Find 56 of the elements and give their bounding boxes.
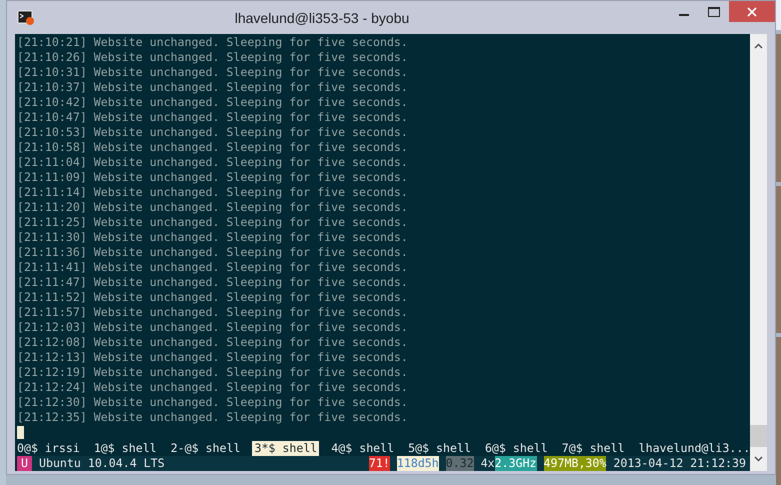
window-tab[interactable]: 5@$ shell	[406, 441, 473, 456]
log-line: [21:11:09] Website unchanged. Sleeping for five seconds.	[17, 170, 409, 185]
log-line: [21:10:26] Website unchanged. Sleeping for five seconds.	[17, 50, 409, 65]
status-badge: 71!	[368, 456, 390, 471]
window-tab[interactable]: 4@$ shell	[329, 441, 396, 456]
log-line: [21:11:14] Website unchanged. Sleeping for five seconds.	[17, 185, 409, 200]
log-line: [21:11:41] Website unchanged. Sleeping for five seconds.	[17, 260, 409, 275]
log-line: [21:10:53] Website unchanged. Sleeping for five seconds.	[17, 125, 409, 140]
window-tab[interactable]: 0@$ irssi	[15, 441, 82, 456]
log-line: [21:10:37] Website unchanged. Sleeping for five seconds.	[17, 80, 409, 95]
log-line: [21:11:04] Website unchanged. Sleeping for five seconds.	[17, 155, 409, 170]
status-badge: 2.3GHz	[494, 456, 537, 471]
status-badge: 0.32	[446, 456, 474, 471]
scroll-up-icon[interactable]	[754, 43, 763, 49]
status-badge: 118d5h	[396, 456, 439, 471]
log-line: [21:11:20] Website unchanged. Sleeping for five seconds.	[17, 200, 409, 215]
scrollbar[interactable]	[750, 34, 767, 471]
close-icon	[747, 6, 757, 16]
log-line: [21:12:13] Website unchanged. Sleeping for five seconds.	[17, 350, 409, 365]
status-badge: 497MB,30%	[544, 456, 606, 471]
log-line: [21:12:30] Website unchanged. Sleeping for five seconds.	[17, 395, 409, 410]
log-line: [21:11:47] Website unchanged. Sleeping for five seconds.	[17, 275, 409, 290]
status-badge: U	[17, 456, 32, 471]
log-line: [21:10:21] Website unchanged. Sleeping for five seconds.	[17, 35, 409, 50]
log-line: [21:11:30] Website unchanged. Sleeping for five seconds.	[17, 230, 409, 245]
log-line: [21:10:42] Website unchanged. Sleeping for five seconds.	[17, 95, 409, 110]
status-text: 4x	[480, 456, 495, 471]
log-line: [21:10:58] Website unchanged. Sleeping for five seconds.	[17, 140, 409, 155]
window-title: lhavelund@li353-53 - byobu	[234, 10, 410, 26]
log-line: [21:11:52] Website unchanged. Sleeping for five seconds.	[17, 290, 409, 305]
photo-placeholder	[776, 0, 781, 30]
status-text: Ubuntu 10.04.4 LTS	[38, 456, 165, 471]
window-tab[interactable]: 3*$ shell	[252, 441, 320, 456]
minimize-icon	[679, 14, 689, 16]
log-line: [21:12:24] Website unchanged. Sleeping for five seconds.	[17, 380, 409, 395]
terminal-icon	[17, 10, 35, 26]
window-tab[interactable]: 1@$ shell	[92, 441, 159, 456]
log-line: [21:10:47] Website unchanged. Sleeping for five seconds.	[17, 110, 409, 125]
hostname: lhavelund@li3...	[638, 441, 750, 456]
close-button[interactable]	[729, 1, 775, 22]
log-line: [21:10:31] Website unchanged. Sleeping for five seconds.	[17, 65, 409, 80]
window-tab[interactable]: 7@$ shell	[560, 441, 627, 456]
window-tab[interactable]: 6@$ shell	[482, 441, 550, 456]
scroll-thumb[interactable]	[750, 425, 767, 447]
text-cursor	[17, 426, 24, 439]
log-line: [21:11:36] Website unchanged. Sleeping for five seconds.	[17, 245, 409, 260]
log-line: [21:12:35] Website unchanged. Sleeping for five seconds.	[17, 410, 409, 425]
status-text: 2013-04-12 21:12:39	[613, 456, 746, 471]
log-line: [21:12:19] Website unchanged. Sleeping for five seconds.	[17, 365, 409, 380]
scroll-down-icon[interactable]	[754, 456, 763, 462]
log-line: [21:11:57] Website unchanged. Sleeping for five seconds.	[17, 305, 409, 320]
log-line: [21:11:25] Website unchanged. Sleeping for five seconds.	[17, 215, 409, 230]
maximize-icon	[708, 6, 720, 16]
window-tab[interactable]: 2-@$ shell	[168, 441, 242, 456]
log-line: [21:12:08] Website unchanged. Sleeping for five seconds.	[17, 335, 409, 350]
log-line: [21:12:03] Website unchanged. Sleeping for five seconds.	[17, 320, 409, 335]
